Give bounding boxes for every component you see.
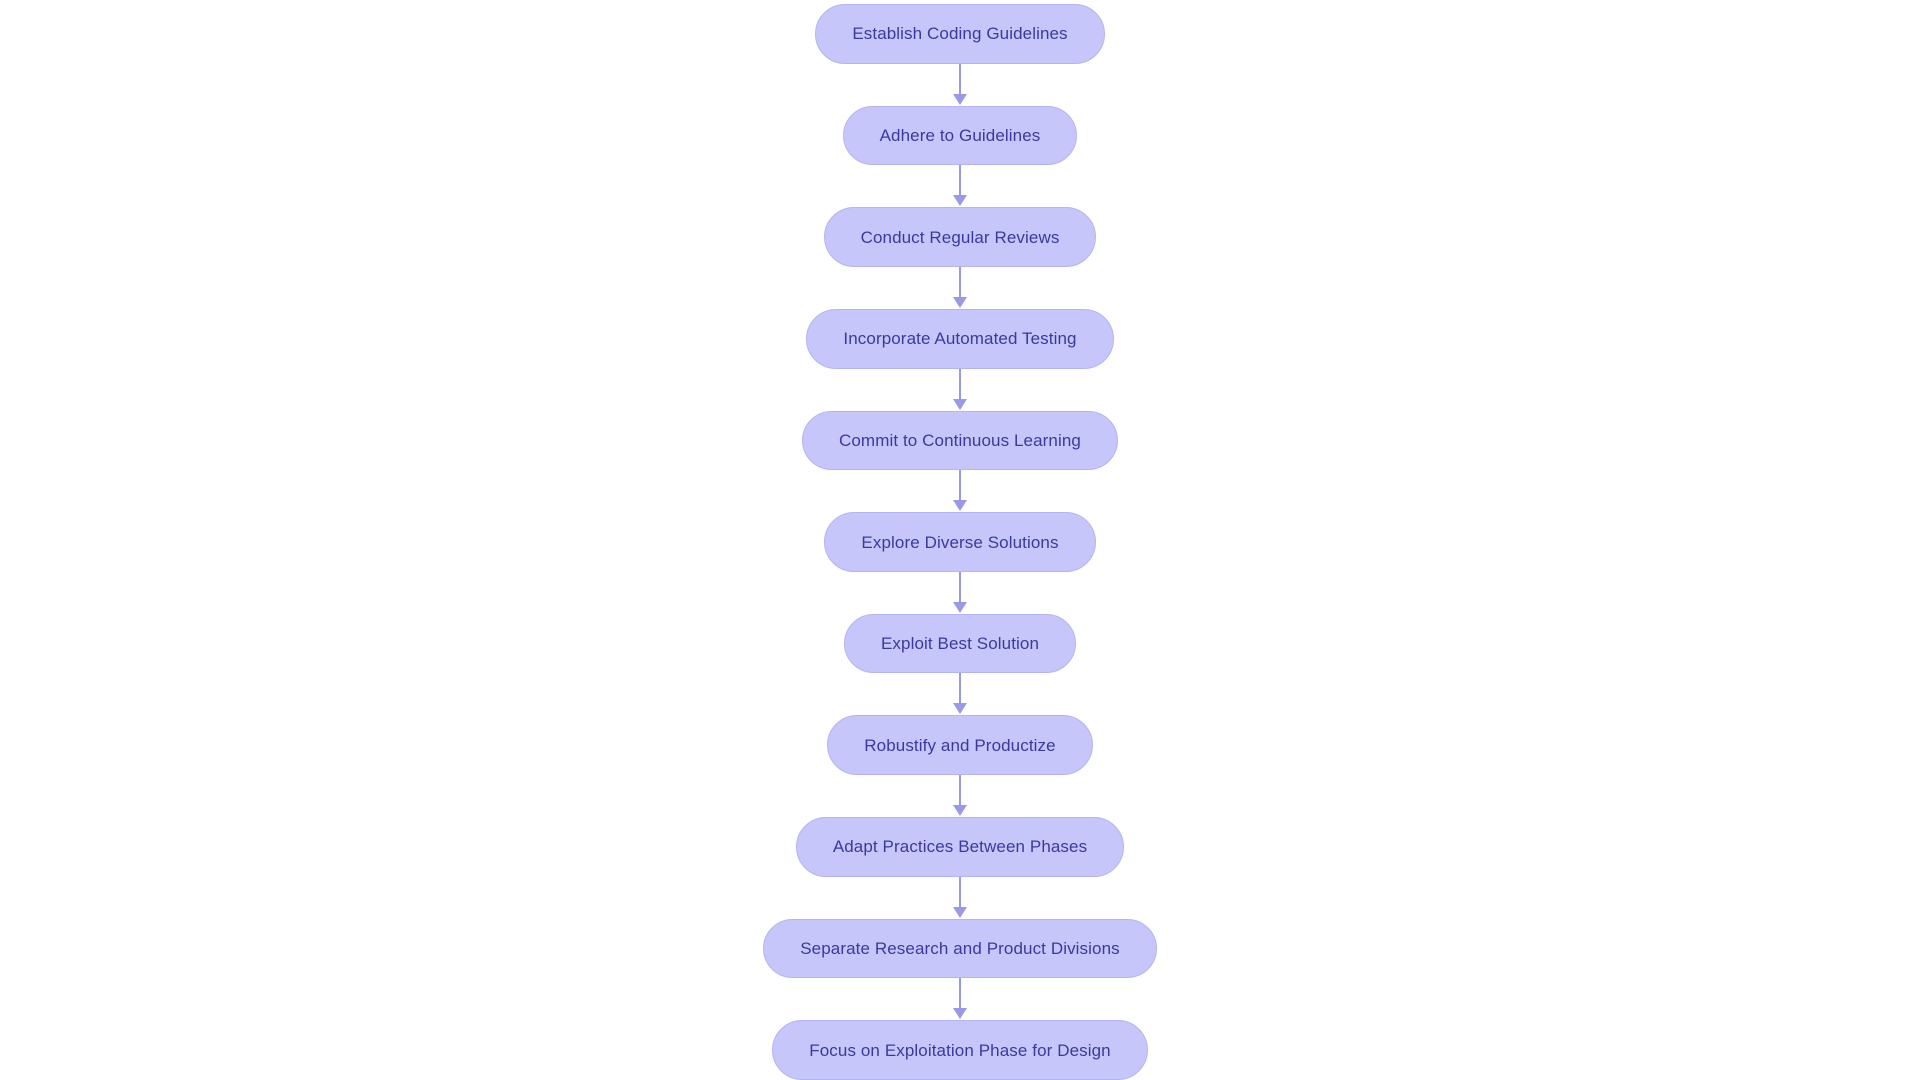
flow-connector-arrow [953,673,967,715]
flow-connector-arrow [953,368,967,410]
flow-node-n3[interactable]: Conduct Regular Reviews [823,207,1097,267]
flow-node-label: Exploit Best Solution [880,634,1040,654]
flow-node-label: Adapt Practices Between Phases [832,837,1088,857]
flow-connector-arrow [953,876,967,918]
flow-node-label: Commit to Continuous Learning [839,430,1081,450]
flow-node-label: Adhere to Guidelines [879,125,1041,145]
flow-connector-arrow [953,571,967,613]
flow-node-n5[interactable]: Commit to Continuous Learning [802,410,1118,471]
flow-node-label: Conduct Regular Reviews [860,227,1060,247]
flow-node-label: Incorporate Automated Testing [843,329,1077,349]
flow-node-n9[interactable]: Adapt Practices Between Phases [795,817,1125,877]
flow-node-n1[interactable]: Establish Coding Guidelines [815,4,1105,64]
flow-connector-arrow [953,978,967,1020]
flow-connector-arrow [953,266,967,308]
flow-node-n4[interactable]: Incorporate Automated Testing [806,308,1114,369]
flow-node-label: Establish Coding Guidelines [852,24,1068,44]
flow-node-n11[interactable]: Focus on Exploitation Phase for Design [772,1020,1148,1080]
flow-node-label: Focus on Exploitation Phase for Design [809,1040,1111,1060]
flow-node-label: Separate Research and Product Divisions [800,939,1120,959]
flow-connector-arrow [953,63,967,105]
flow-node-n7[interactable]: Exploit Best Solution [843,613,1077,674]
flow-node-label: Explore Diverse Solutions [861,532,1059,552]
flow-node-n8[interactable]: Robustify and Productize [827,715,1093,776]
flowchart-diagram: Establish Coding Guidelines Adhere to Gui… [0,0,1920,1080]
flow-node-n6[interactable]: Explore Diverse Solutions [824,512,1096,572]
flow-connector-arrow [953,775,967,817]
flow-node-label: Robustify and Productize [864,735,1056,755]
flow-node-n2[interactable]: Adhere to Guidelines [842,105,1078,166]
flow-connector-arrow [953,165,967,207]
flow-node-n10[interactable]: Separate Research and Product Divisions [763,918,1157,979]
flow-connector-arrow [953,470,967,512]
